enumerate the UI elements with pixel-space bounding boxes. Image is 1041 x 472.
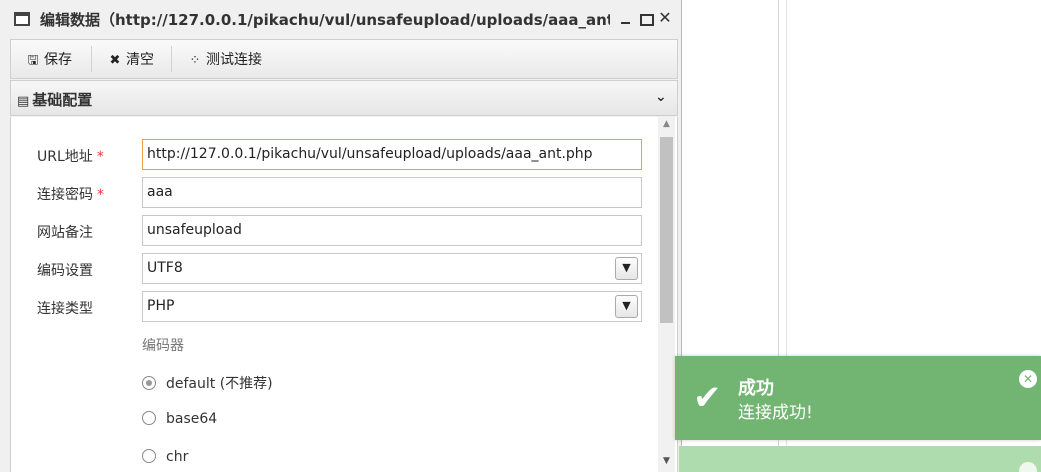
encoding-select-value: UTF8 xyxy=(147,260,183,276)
close-icon: ✖ xyxy=(109,53,121,68)
required-mark: * xyxy=(96,149,104,165)
radio-button[interactable] xyxy=(142,449,156,463)
chevron-down-icon[interactable]: ⌄ xyxy=(655,89,667,105)
encoder-option-label: chr xyxy=(166,449,189,465)
password-label: 连接密码 * xyxy=(37,187,104,203)
chevron-down-icon[interactable]: ▼ xyxy=(615,257,638,280)
encoder-option-label: default (不推荐) xyxy=(166,376,273,392)
minimize-button[interactable] xyxy=(618,8,634,28)
test-connection-label: 测试连接 xyxy=(206,52,262,68)
connection-type-select[interactable]: PHP ▼ xyxy=(142,291,642,322)
save-button[interactable]: 🖫 保存 xyxy=(25,49,72,69)
window-icon xyxy=(14,12,30,26)
toolbar-separator xyxy=(171,46,172,72)
save-button-label: 保存 xyxy=(44,52,72,68)
document-icon: ▤ xyxy=(17,94,30,109)
section-title-text: 基础配置 xyxy=(32,91,93,109)
success-toast: ✔ 成功 连接成功! ✕ xyxy=(675,356,1041,440)
note-label: 网站备注 xyxy=(37,225,93,241)
password-field[interactable]: aaa xyxy=(142,177,642,208)
clear-button-label: 清空 xyxy=(126,52,154,68)
edit-data-dialog: 编辑数据（http://127.0.0.1/pikachu/vul/unsafe… xyxy=(0,0,682,472)
close-button[interactable]: ✕ xyxy=(657,8,673,28)
radio-button[interactable] xyxy=(142,376,156,390)
type-label: 连接类型 xyxy=(37,301,93,317)
dialog-toolbar: 🖫 保存 ✖ 清空 ⁘ 测试连接 xyxy=(10,39,678,79)
maximize-button[interactable] xyxy=(638,8,654,28)
dialog-title: 编辑数据（http://127.0.0.1/pikachu/vul/unsafe… xyxy=(40,11,610,29)
test-connection-button[interactable]: ⁘ 测试连接 xyxy=(187,49,262,69)
chevron-down-icon[interactable]: ▼ xyxy=(615,295,638,318)
spinner-icon: ⁘ xyxy=(189,53,201,68)
basic-config-form: URL地址 * http://127.0.0.1/pikachu/vul/unsa… xyxy=(10,117,678,472)
dialog-titlebar[interactable]: 编辑数据（http://127.0.0.1/pikachu/vul/unsafe… xyxy=(0,0,681,38)
toast-title: 成功 xyxy=(738,378,774,399)
encoder-option-default[interactable]: default (不推荐) xyxy=(142,373,273,393)
required-mark: * xyxy=(97,187,104,203)
encoder-label: 编码器 xyxy=(142,338,184,354)
encoder-option-base64[interactable]: base64 xyxy=(142,411,217,427)
toast-message: 连接成功! xyxy=(738,403,813,423)
scrollbar-thumb[interactable] xyxy=(660,137,673,323)
url-field[interactable]: http://127.0.0.1/pikachu/vul/unsafeuploa… xyxy=(142,139,642,170)
basic-config-header[interactable]: ▤ 基础配置 ⌄ xyxy=(10,80,678,116)
clear-button[interactable]: ✖ 清空 xyxy=(107,49,154,69)
checkmark-icon: ✔ xyxy=(693,378,722,418)
encoding-label: 编码设置 xyxy=(37,263,93,279)
scroll-up-arrow-icon[interactable]: ▲ xyxy=(658,119,675,135)
toast-close-icon[interactable]: ✕ xyxy=(1019,370,1037,388)
toolbar-separator xyxy=(91,46,92,72)
radio-button[interactable] xyxy=(142,411,156,425)
encoding-select[interactable]: UTF8 ▼ xyxy=(142,253,642,284)
encoder-option-label: base64 xyxy=(166,411,218,427)
secondary-toast xyxy=(679,446,1041,472)
toast-close-icon[interactable] xyxy=(1019,462,1037,472)
url-label: URL地址 * xyxy=(37,149,104,165)
form-scrollbar[interactable]: ▲ ▼ xyxy=(658,117,675,472)
save-icon: 🖫 xyxy=(27,53,39,68)
section-title: ▤ 基础配置 xyxy=(17,89,92,110)
encoder-option-chr[interactable]: chr xyxy=(142,449,188,465)
connection-type-value: PHP xyxy=(147,298,175,314)
scroll-down-arrow-icon[interactable]: ▼ xyxy=(658,456,675,472)
note-field[interactable]: unsafeupload xyxy=(142,215,642,246)
